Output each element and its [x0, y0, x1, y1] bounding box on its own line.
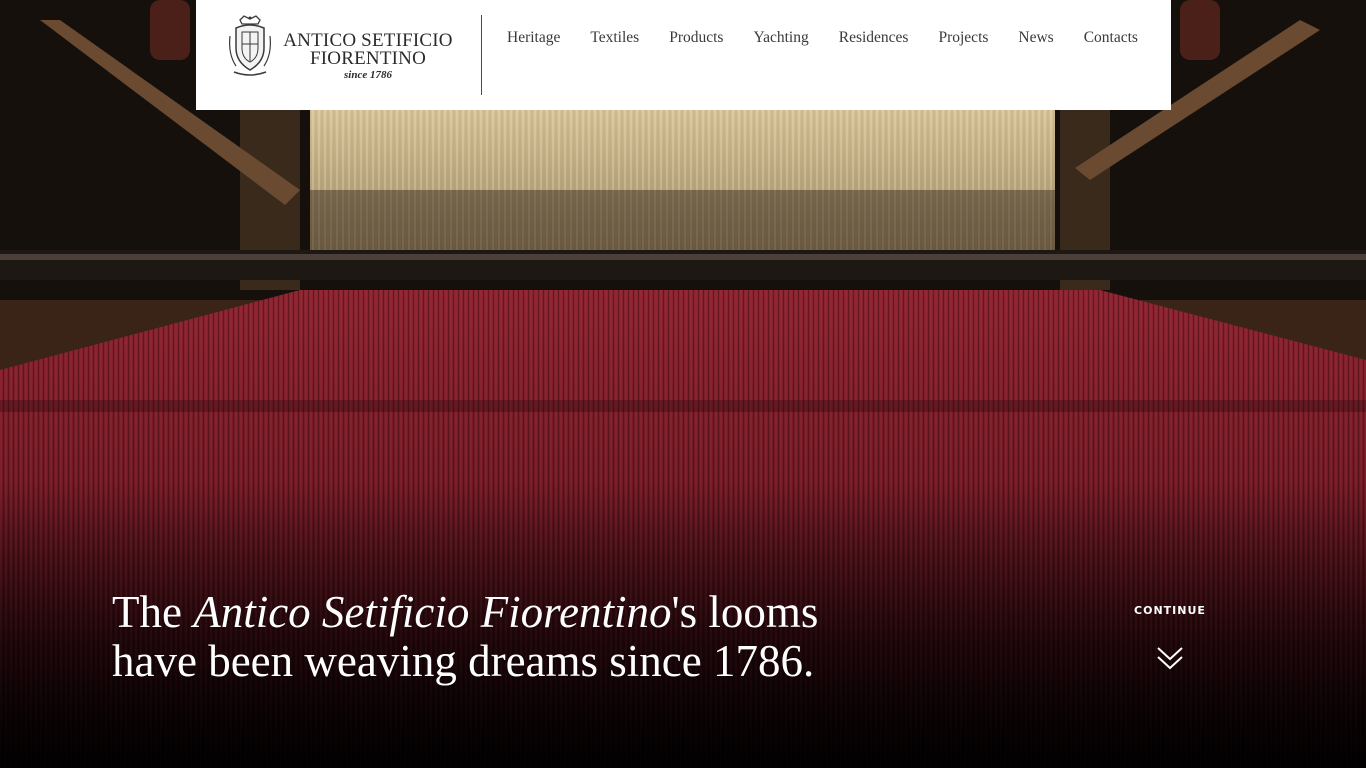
continue-label: CONTINUE [1134, 604, 1206, 617]
header-divider [481, 15, 482, 95]
site-header: ANTICO SETIFICIO FIORENTINO since 1786 H… [196, 0, 1171, 110]
nav-item-yachting[interactable]: Yachting [753, 29, 808, 49]
continue-button[interactable]: CONTINUE [1120, 604, 1220, 671]
nav-item-contacts[interactable]: Contacts [1084, 29, 1138, 49]
headline-line2: have been weaving dreams since 1786. [112, 636, 815, 686]
nav-item-textiles[interactable]: Textiles [590, 29, 639, 49]
brand-name-line2: FIORENTINO [310, 48, 426, 69]
nav-item-news[interactable]: News [1018, 29, 1053, 49]
headline-after: 's looms [671, 587, 819, 637]
nav-item-products[interactable]: Products [669, 29, 723, 49]
headline-before: The [112, 587, 194, 637]
hero-section: ANTICO SETIFICIO FIORENTINO since 1786 H… [0, 0, 1366, 768]
nav-item-projects[interactable]: Projects [938, 29, 988, 49]
crest-icon [229, 15, 271, 76]
brand-since: since 1786 [344, 69, 392, 81]
double-chevron-down-icon [1157, 647, 1183, 670]
nav-item-residences[interactable]: Residences [839, 29, 909, 49]
main-nav: Heritage Textiles Products Yachting Resi… [507, 29, 1138, 49]
nav-item-heritage[interactable]: Heritage [507, 29, 560, 49]
headline-brand: Antico Setificio Fiorentino [193, 587, 672, 637]
hero-headline: The Antico Setificio Fiorentino's looms … [112, 588, 1012, 686]
brand-logo[interactable]: ANTICO SETIFICIO FIORENTINO since 1786 [226, 14, 456, 84]
